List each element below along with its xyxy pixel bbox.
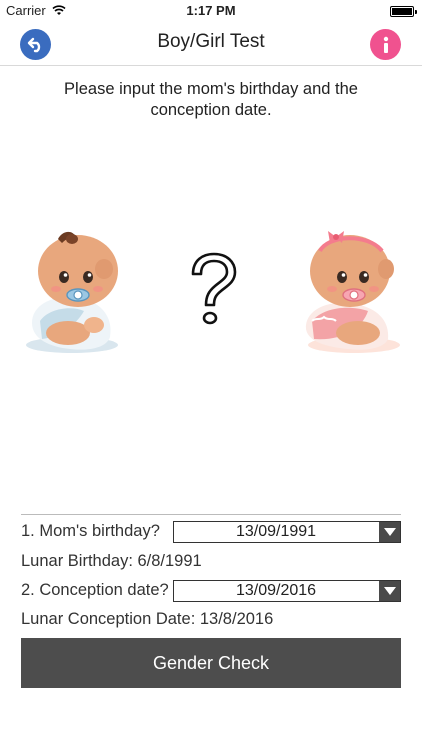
form-divider (21, 514, 401, 515)
chevron-down-icon (383, 587, 396, 595)
birthday-dropdown-button[interactable] (379, 522, 400, 542)
page-title: Boy/Girl Test (157, 31, 265, 52)
instructions-text: Please input the mom's birthday and the … (64, 80, 358, 119)
navigation-bar: Boy/Girl Test (0, 22, 422, 66)
baby-girl-illustration (305, 231, 400, 353)
status-time: 1:17 PM (186, 3, 236, 18)
lunar-conception-text: Lunar Conception Date: 13/8/2016 (21, 610, 274, 628)
back-button[interactable] (20, 29, 51, 60)
birthday-value: 13/09/1991 (235, 523, 317, 540)
info-button[interactable] (370, 29, 401, 60)
conception-value: 13/09/2016 (235, 582, 317, 599)
status-bar: Carrier 1:17 PM (0, 0, 422, 22)
birthday-label: 1. Mom's birthday? (21, 522, 160, 540)
back-arrow-icon (27, 37, 40, 52)
gender-check-button[interactable]: Gender Check (21, 638, 401, 688)
baby-boy-illustration (26, 231, 118, 353)
chevron-down-icon (383, 528, 396, 536)
conception-date-select[interactable]: 13/09/2016 (173, 580, 401, 602)
info-icon (383, 36, 388, 53)
question-mark-icon (191, 252, 237, 325)
lunar-birthday-text: Lunar Birthday: 6/8/1991 (21, 552, 202, 570)
birthday-date-select[interactable]: 13/09/1991 (173, 521, 401, 543)
conception-label: 2. Conception date? (21, 581, 169, 599)
conception-dropdown-button[interactable] (379, 581, 400, 601)
battery-icon (390, 6, 417, 17)
